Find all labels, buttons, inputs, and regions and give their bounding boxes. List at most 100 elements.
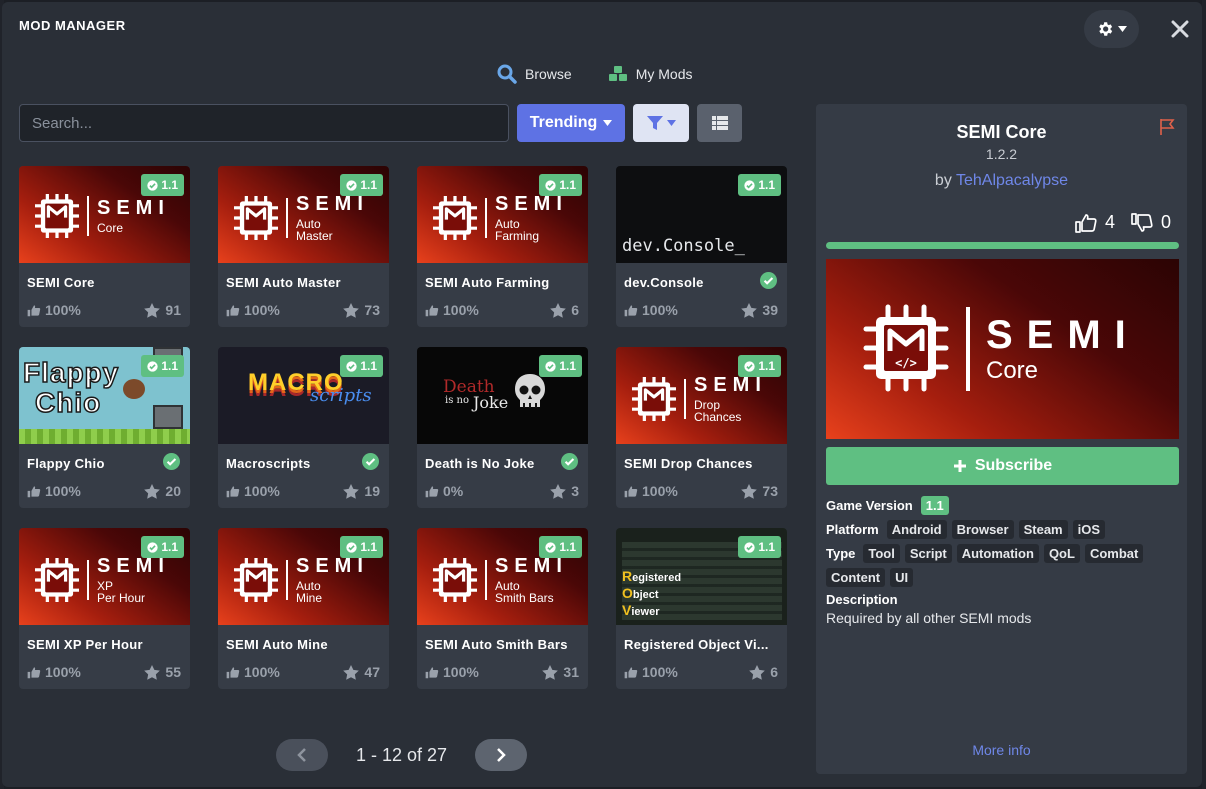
- mod-stars: 6: [550, 302, 579, 318]
- tab-my-mods[interactable]: My Mods: [608, 64, 692, 84]
- version-badge-label: 1.1: [559, 359, 576, 373]
- mod-card[interactable]: SEMI Auto Smith Bars 1.1 SEMI Auto Smith Bar…: [417, 528, 588, 689]
- check-circle-icon: [147, 541, 158, 553]
- mod-stars-count: 19: [364, 483, 380, 499]
- thumbs-up-icon: [425, 485, 439, 497]
- semi-wordmark-subtitle: Per Hour: [97, 591, 146, 605]
- mod-card[interactable]: SEMI Auto Farming 1.1 SEMI Auto Farming 100% 6: [417, 166, 588, 327]
- mod-card[interactable]: SEMI XP Per Hour 1.1 SEMI XP Per Hour 100% 55: [19, 528, 190, 689]
- semi-wordmark: SEMI Drop Chances: [694, 375, 767, 423]
- star-icon: [741, 483, 758, 499]
- check-circle-icon: [545, 541, 556, 553]
- thumbs-up-icon: [425, 666, 439, 678]
- check-circle-icon: [346, 541, 357, 553]
- mod-stars-count: 39: [762, 302, 778, 318]
- filter-button[interactable]: [633, 104, 689, 142]
- mod-stars-count: 31: [563, 664, 579, 680]
- mod-rating-value: 100%: [443, 302, 479, 318]
- mod-card[interactable]: SEMI Drop Chances 1.1 SEMI Drop Chances 100% 7…: [616, 347, 787, 508]
- version-badge: 1.1: [340, 536, 383, 558]
- mod-rating: 100%: [425, 302, 479, 318]
- thumbs-up-icon[interactable]: [1075, 213, 1097, 233]
- author-link[interactable]: TehAlpacalypse: [956, 172, 1068, 189]
- previous-page-button[interactable]: [276, 739, 328, 771]
- semi-wordmark-title: SEMI: [495, 555, 568, 577]
- logo-divider: [87, 196, 89, 236]
- mod-card[interactable]: MACRO scripts 1.1 Macroscripts 100% 19: [218, 347, 389, 508]
- mod-card[interactable]: dev.Console_ 1.1 dev.Console 100% 39: [616, 166, 787, 327]
- platform-tag: Browser: [951, 520, 1014, 539]
- mod-stars: 3: [550, 483, 579, 499]
- more-info-link[interactable]: More info: [816, 742, 1187, 758]
- star-icon: [542, 664, 559, 680]
- list-view-button[interactable]: [697, 104, 742, 142]
- detail-author-line: by TehAlpacalypse: [816, 172, 1187, 190]
- mod-rating: 100%: [624, 483, 678, 499]
- mod-card-title: SEMI XP Per Hour: [27, 637, 143, 652]
- semi-logo: SEMI Auto Smith Bars: [433, 556, 568, 604]
- subscribe-button[interactable]: Subscribe: [826, 447, 1179, 485]
- check-circle-icon: [163, 453, 180, 470]
- thumbs-down-icon[interactable]: [1131, 212, 1153, 233]
- page-range: 1 - 12 of 27: [356, 744, 448, 765]
- type-tag: Tool: [863, 544, 900, 563]
- semi-wordmark: SEMI Auto Mine: [296, 556, 369, 604]
- version-badge-label: 1.1: [161, 540, 178, 554]
- window-title: MOD MANAGER: [19, 18, 126, 33]
- mod-card-title: dev.Console: [624, 275, 704, 290]
- gear-icon: [1099, 22, 1113, 36]
- close-button[interactable]: [1165, 14, 1195, 44]
- mod-thumbnail: SEMI XP Per Hour 1.1: [19, 528, 190, 625]
- detail-version: 1.2.2: [985, 146, 1018, 162]
- version-badge-label: 1.1: [758, 178, 775, 192]
- caret-down-icon: [1118, 26, 1127, 32]
- sort-dropdown[interactable]: Trending: [517, 104, 625, 142]
- rov-thumb-initial: O: [622, 585, 633, 601]
- tab-bar: Browse My Mods: [497, 64, 692, 84]
- plus-icon: [953, 460, 966, 472]
- mod-thumbnail: SEMI Core 1.1: [19, 166, 190, 263]
- mod-thumbnail: dev.Console_ 1.1: [616, 166, 787, 263]
- mod-stars-count: 47: [364, 664, 380, 680]
- mod-card-title: Death is No Joke: [425, 456, 535, 471]
- settings-button[interactable]: [1084, 10, 1139, 48]
- report-button[interactable]: [1159, 118, 1177, 141]
- thumbs-up-icon: [624, 666, 638, 678]
- mod-card[interactable]: SEMI Core 1.1 SEMI Core 100% 91: [19, 166, 190, 327]
- platform-tag: Steam: [1018, 520, 1068, 539]
- version-badge: 1.1: [738, 536, 781, 558]
- mod-stars: 20: [144, 483, 181, 499]
- semi-chip-logo: [35, 558, 79, 602]
- mod-card-title: SEMI Auto Master: [226, 275, 341, 290]
- mod-stars: 6: [749, 664, 778, 680]
- mod-rating-value: 100%: [45, 483, 81, 499]
- tab-browse[interactable]: Browse: [497, 64, 572, 84]
- logo-divider: [286, 198, 288, 238]
- mod-card[interactable]: Registered Object Viewer 1.1 Registered Obje…: [616, 528, 787, 689]
- mod-card[interactable]: Death is no Joke 1.1 Death is No Joke 0% 3: [417, 347, 588, 508]
- mod-card[interactable]: Flappy Chio 1.1 Flappy Chio 100% 20: [19, 347, 190, 508]
- platform-tag: iOS: [1072, 520, 1106, 539]
- semi-wordmark-subtitle: Chances: [694, 410, 742, 424]
- mod-card-title: SEMI Drop Chances: [624, 456, 753, 471]
- mod-rating-value: 100%: [642, 483, 678, 499]
- mod-stars: 55: [144, 664, 181, 680]
- chevron-left-icon: [297, 748, 306, 762]
- next-page-button[interactable]: [475, 739, 528, 771]
- semi-logo: SEMI Core: [35, 194, 170, 238]
- rov-thumb-line: Viewer: [622, 602, 659, 618]
- view-toggle: [697, 104, 742, 142]
- search-input[interactable]: [19, 104, 509, 142]
- mod-stars: 73: [343, 302, 380, 318]
- game-version-label: Game Version: [826, 498, 913, 513]
- mod-card[interactable]: SEMI Auto Master 1.1 SEMI Auto Master 100% 73: [218, 166, 389, 327]
- check-circle-icon: [744, 541, 755, 553]
- mod-stars: 31: [542, 664, 579, 680]
- mod-grid: SEMI Core 1.1 SEMI Core 100% 91 SEMI Auto Maste…: [19, 166, 787, 689]
- semi-wordmark-subtitle: Master: [296, 229, 333, 243]
- mod-thumbnail: SEMI Auto Smith Bars 1.1: [417, 528, 588, 625]
- mod-card[interactable]: SEMI Auto Mine 1.1 SEMI Auto Mine 100% 47: [218, 528, 389, 689]
- mod-details-panel: SEMI Core 1.2.2 by TehAlpacalypse 4 0 </…: [816, 104, 1187, 774]
- game-version-row: Game Version 1.1: [826, 496, 1181, 515]
- semi-wordmark-title: SEMI: [97, 555, 170, 577]
